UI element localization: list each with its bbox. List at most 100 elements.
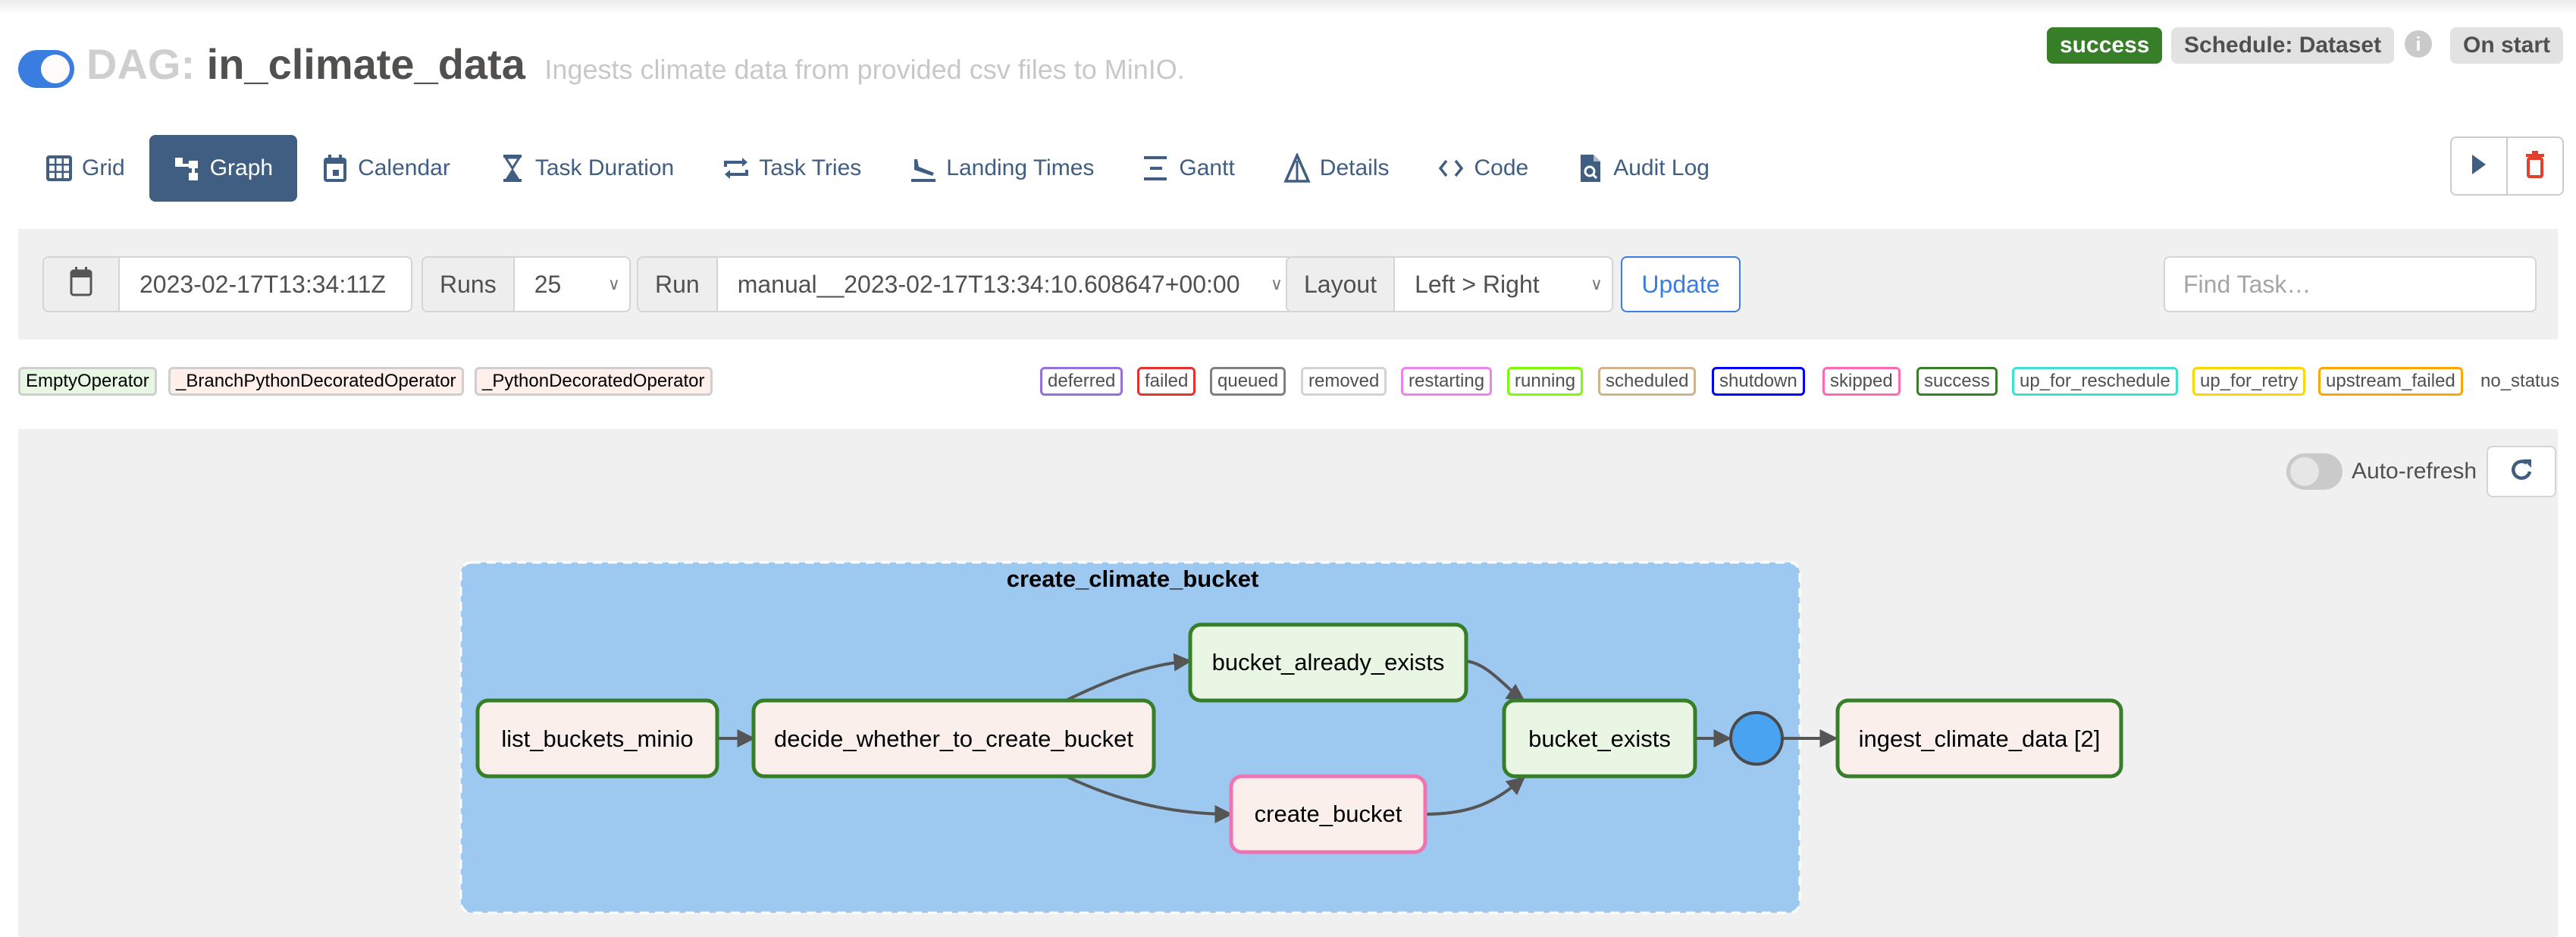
auto-refresh-toggle[interactable]	[2286, 453, 2343, 490]
tab-label: Graph	[209, 155, 274, 180]
legend-state-shutdown[interactable]: shutdown	[1712, 367, 1805, 396]
chevron-down-icon: ∨	[607, 274, 620, 293]
file-search-icon	[1577, 153, 1604, 183]
tab-label: Task Duration	[534, 155, 675, 180]
legend-state-up-for-reschedule[interactable]: up_for_reschedule	[2012, 367, 2178, 396]
trash-icon	[2525, 150, 2545, 182]
base-date-input[interactable]: 2023-02-17T13:34:11Z	[120, 258, 406, 311]
tab-label: Gantt	[1179, 155, 1235, 180]
play-icon	[2471, 153, 2487, 180]
task-label: bucket_exists	[1528, 725, 1671, 752]
join-node[interactable]	[1729, 711, 1784, 766]
page-title: DAG: in_climate_data Ingests climate dat…	[86, 39, 1185, 89]
legend-operator: _BranchPythonDecoratedOperator	[168, 367, 464, 396]
layout-label: Layout	[1287, 258, 1396, 311]
layout-group: Layout Left > Right ∨	[1286, 256, 1613, 312]
trigger-dag-button[interactable]	[2452, 138, 2506, 194]
toggle-knob	[2290, 457, 2319, 486]
task-label: decide_whether_to_create_bucket	[774, 725, 1133, 752]
tab-gantt[interactable]: Gantt	[1118, 135, 1258, 202]
run-select[interactable]: manual__2023-02-17T13:34:10.608647+00:00…	[718, 258, 1292, 311]
task-node-bucket-already-exists[interactable]: bucket_already_exists	[1188, 622, 1468, 703]
tab-label: Code	[1474, 155, 1529, 180]
legend-operator: _PythonDecoratedOperator	[475, 367, 713, 396]
trigger-badge: On start	[2450, 27, 2564, 64]
calendar-addon[interactable]	[44, 258, 120, 311]
legend-operator: EmptyOperator	[18, 367, 157, 396]
tab-calendar[interactable]: Calendar	[297, 135, 475, 202]
legend-state-deferred[interactable]: deferred	[1040, 367, 1123, 396]
graph-canvas[interactable]: create_climate_bucket list_buckets_minio…	[18, 429, 2558, 937]
gantt-icon	[1142, 153, 1170, 183]
calendar-icon	[70, 266, 92, 302]
legend-state-success[interactable]: success	[1916, 367, 1998, 396]
task-label: create_bucket	[1255, 801, 1402, 827]
runs-group: Runs 25 ∨	[421, 256, 631, 312]
task-node-list-buckets-minio[interactable]: list_buckets_minio	[475, 698, 719, 779]
tab-graph[interactable]: Graph	[149, 135, 298, 202]
task-node-bucket-exists[interactable]: bucket_exists	[1502, 698, 1697, 779]
legend-state-no-status[interactable]: no_status	[2480, 367, 2559, 396]
legend-state-up-for-retry[interactable]: up_for_retry	[2192, 367, 2306, 396]
task-label: list_buckets_minio	[501, 725, 693, 752]
dag-actions	[2450, 136, 2564, 196]
tab-landing-times[interactable]: Landing Times	[885, 135, 1118, 202]
tab-grid[interactable]: Grid	[21, 135, 149, 202]
hourglass-icon	[499, 153, 526, 183]
run-value: manual__2023-02-17T13:34:10.608647+00:00	[737, 270, 1240, 298]
tab-label: Audit Log	[1613, 155, 1709, 180]
legend-state-restarting[interactable]: restarting	[1401, 367, 1493, 396]
legend-state-skipped[interactable]: skipped	[1822, 367, 1901, 396]
layout-value: Left > Right	[1415, 270, 1540, 298]
dag-pause-toggle[interactable]	[18, 50, 74, 88]
legend-state-failed[interactable]: failed	[1137, 367, 1196, 396]
legend-state-scheduled[interactable]: scheduled	[1598, 367, 1697, 396]
tab-audit-log[interactable]: Audit Log	[1553, 135, 1734, 202]
tab-label: Calendar	[358, 155, 450, 180]
legend-state-removed[interactable]: removed	[1301, 367, 1387, 396]
chevron-down-icon: ∨	[1590, 274, 1603, 293]
refresh-button[interactable]	[2487, 446, 2556, 497]
task-group-label: create_climate_bucket	[1007, 566, 1259, 592]
task-node-ingest-climate-data[interactable]: ingest_climate_data [2]	[1835, 698, 2123, 779]
info-icon[interactable]: i	[2405, 30, 2432, 58]
tab-label: Details	[1319, 155, 1390, 180]
dag-graph-svg[interactable]: create_climate_bucket list_buckets_minio…	[18, 429, 2558, 937]
chevron-down-icon: ∨	[1270, 274, 1283, 293]
update-button[interactable]: Update	[1621, 256, 1741, 312]
runs-select[interactable]: 25 ∨	[515, 258, 629, 311]
tab-task-tries[interactable]: Task Tries	[698, 135, 885, 202]
plane-landing-icon	[910, 153, 937, 183]
auto-refresh-control: Auto-refresh	[2286, 453, 2477, 490]
schedule-badge: Schedule: Dataset	[2171, 27, 2395, 64]
dag-prefix: DAG:	[86, 40, 196, 88]
task-node-create-bucket[interactable]: create_bucket	[1229, 774, 1427, 854]
delete-dag-button[interactable]	[2506, 138, 2562, 194]
task-label: ingest_climate_data [2]	[1859, 725, 2101, 752]
runs-label: Runs	[423, 258, 515, 311]
calendar-icon	[321, 153, 349, 183]
tab-label: Landing Times	[946, 155, 1095, 180]
retry-arrows-icon	[722, 153, 750, 183]
run-label: Run	[638, 258, 718, 311]
view-tabs: Grid Graph Calendar Task Duration Task T…	[21, 135, 1734, 202]
legend-state-upstream-failed[interactable]: upstream_failed	[2318, 367, 2463, 396]
tab-label: Task Tries	[759, 155, 862, 180]
dag-state-badge: success	[2047, 27, 2163, 64]
layout-select[interactable]: Left > Right ∨	[1395, 258, 1612, 311]
find-task-input[interactable]	[2164, 256, 2537, 312]
legend-state-queued[interactable]: queued	[1210, 367, 1286, 396]
base-date-group: 2023-02-17T13:34:11Z	[42, 256, 412, 312]
tab-task-duration[interactable]: Task Duration	[475, 135, 698, 202]
task-label: bucket_already_exists	[1212, 649, 1445, 675]
task-node-decide-whether-to-create-bucket[interactable]: decide_whether_to_create_bucket	[751, 698, 1156, 779]
graph-toolbar: 2023-02-17T13:34:11Z Runs 25 ∨ Run manual…	[18, 229, 2558, 340]
auto-refresh-label: Auto-refresh	[2352, 459, 2477, 484]
tab-code[interactable]: Code	[1413, 135, 1553, 202]
refresh-icon	[2508, 456, 2535, 487]
dag-description: Ingests climate data from provided csv f…	[544, 54, 1185, 85]
legend-state-running[interactable]: running	[1507, 367, 1584, 396]
tab-details[interactable]: Details	[1259, 135, 1414, 202]
graph-icon	[174, 153, 201, 183]
runs-value: 25	[534, 270, 562, 298]
